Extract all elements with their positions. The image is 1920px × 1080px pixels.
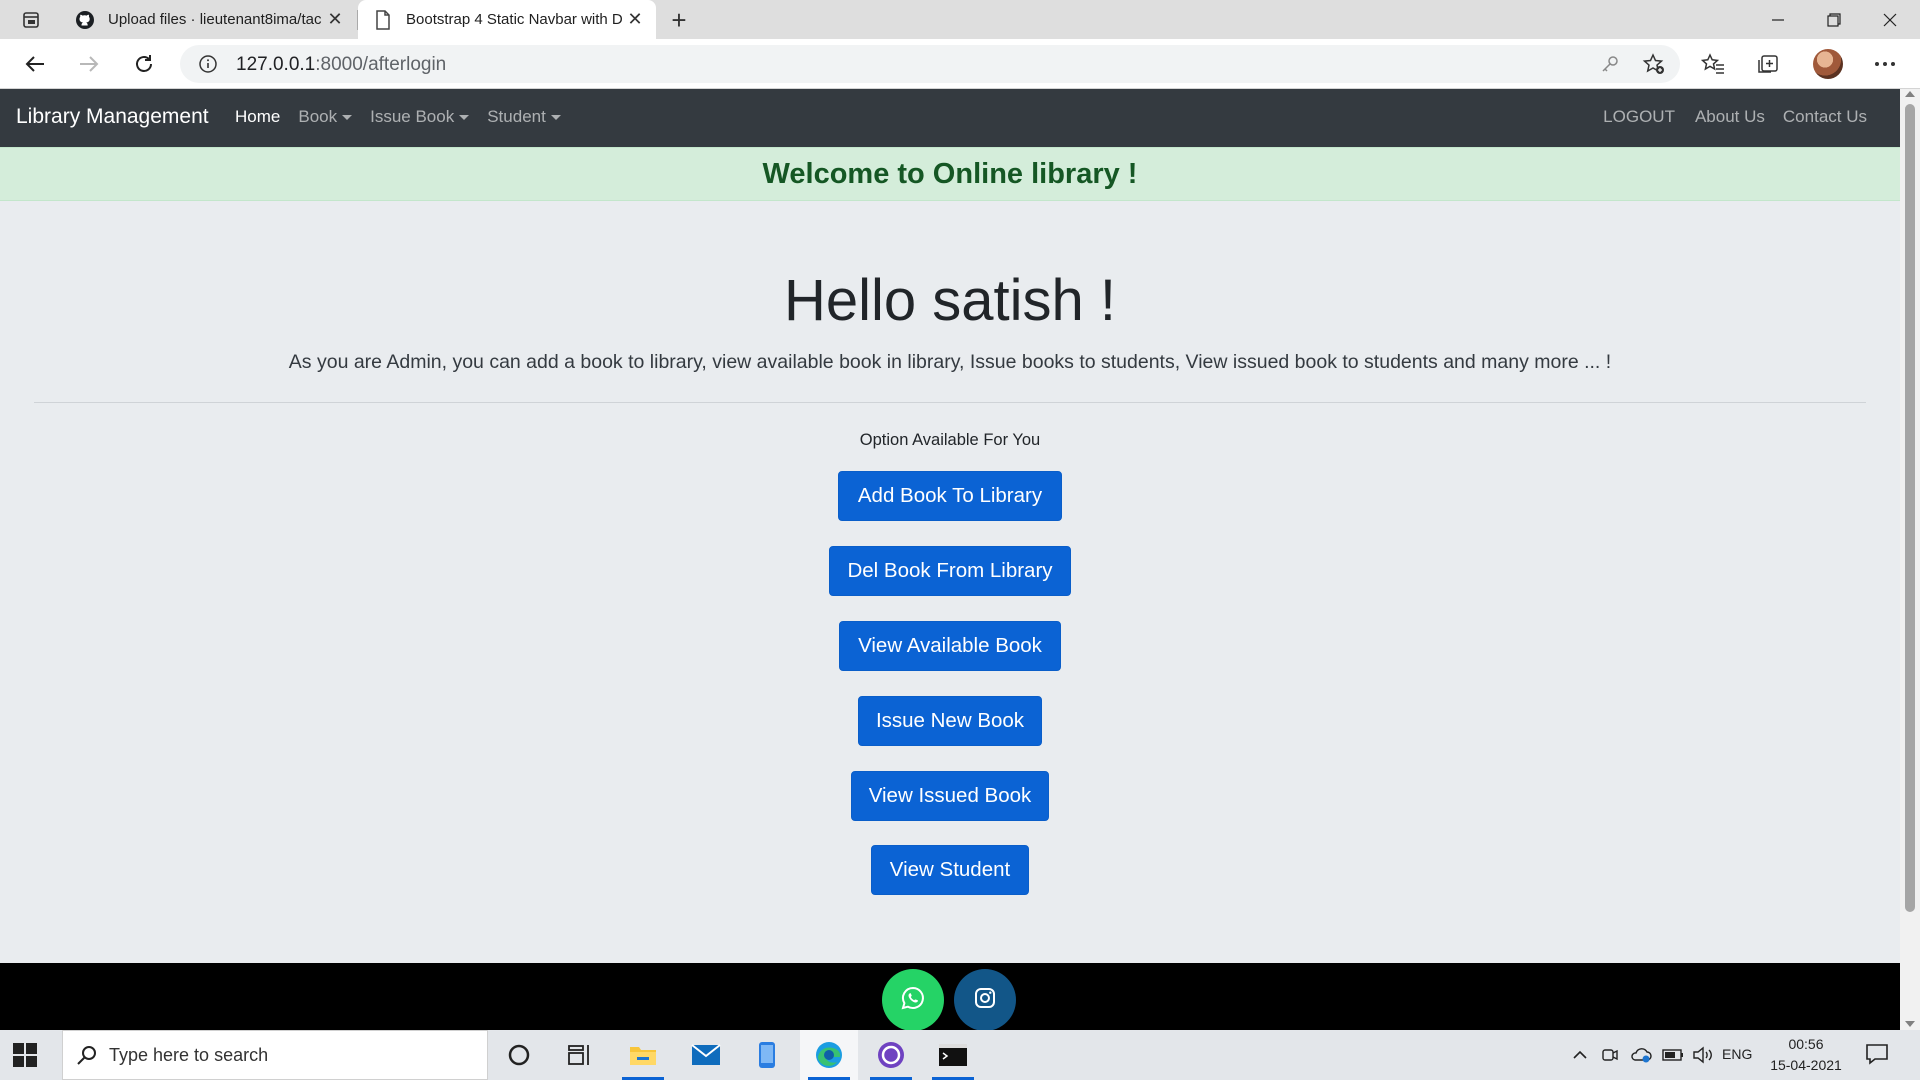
info-icon[interactable] xyxy=(198,54,218,74)
address-bar[interactable]: 127.0.0.1:8000/afterlogin xyxy=(180,45,1680,83)
key-icon[interactable] xyxy=(1600,54,1620,74)
scroll-down-arrow-icon[interactable] xyxy=(1905,1021,1915,1027)
edge-icon[interactable] xyxy=(800,1030,858,1080)
close-window-button[interactable] xyxy=(1862,0,1918,39)
scroll-up-arrow-icon[interactable] xyxy=(1905,91,1915,97)
scrollbar-thumb[interactable] xyxy=(1905,104,1915,912)
search-placeholder: Type here to search xyxy=(109,1045,269,1065)
browser-tab-github[interactable]: Upload files · lieutenant8ima/tac ✕ xyxy=(60,0,358,39)
tab-actions-icon[interactable] xyxy=(14,8,48,32)
nav-home[interactable]: Home xyxy=(226,107,289,127)
instagram-icon xyxy=(973,986,997,1015)
minimize-button[interactable] xyxy=(1750,0,1806,39)
add-favorite-icon[interactable] xyxy=(1642,52,1666,76)
caret-down-icon xyxy=(342,114,353,120)
show-hidden-icons-chevron-icon[interactable] xyxy=(1568,1030,1592,1080)
add-book-button[interactable]: Add Book To Library xyxy=(838,471,1062,521)
footer xyxy=(0,963,1900,1030)
github-desktop-icon[interactable] xyxy=(862,1030,920,1080)
page-viewport: Library Management Home Book Issue Book … xyxy=(0,89,1900,1030)
page-scrollbar[interactable] xyxy=(1900,89,1920,1030)
taskbar: Type here to search ENG 00:56 15-04-2021 xyxy=(0,1030,1920,1080)
terminal-icon[interactable] xyxy=(924,1030,982,1080)
url-host: 127.0.0.1 xyxy=(236,54,316,75)
nav-book-label: Book xyxy=(298,107,338,126)
clock-time: 00:56 xyxy=(1788,1036,1824,1052)
close-tab-icon[interactable]: ✕ xyxy=(622,7,648,33)
options-heading: Option Available For You xyxy=(859,431,1041,449)
tab-title: Upload files · lieutenant8ima/tac xyxy=(108,11,322,28)
nav-issue-book-label: Issue Book xyxy=(370,107,455,126)
task-view-icon[interactable] xyxy=(551,1030,609,1080)
nav-issue-book-dropdown[interactable]: Issue Book xyxy=(361,107,478,127)
del-book-button[interactable]: Del Book From Library xyxy=(829,546,1071,596)
battery-icon[interactable] xyxy=(1660,1030,1686,1080)
page-title: Hello satish ! xyxy=(783,268,1117,333)
taskbar-clock[interactable]: 00:56 15-04-2021 xyxy=(1760,1034,1852,1076)
phone-icon[interactable] xyxy=(738,1030,796,1080)
issue-new-book-button[interactable]: Issue New Book xyxy=(858,696,1042,746)
tab-title: Bootstrap 4 Static Navbar with D xyxy=(406,11,622,28)
nav-about-us[interactable]: About Us xyxy=(1684,107,1774,127)
navbar-left-menu: Home Book Issue Book Student xyxy=(226,107,570,127)
view-available-book-button[interactable]: View Available Book xyxy=(839,621,1061,671)
browser-tab-strip: Upload files · lieutenant8ima/tac ✕ Boot… xyxy=(0,0,1920,39)
nav-home-label: Home xyxy=(235,107,281,126)
url-path: :8000/afterlogin xyxy=(315,54,447,75)
close-tab-icon[interactable]: ✕ xyxy=(322,7,348,33)
search-icon xyxy=(75,1044,99,1068)
back-arrow-icon[interactable] xyxy=(18,48,52,80)
nav-contact-us[interactable]: Contact Us xyxy=(1774,107,1876,127)
whatsapp-button[interactable] xyxy=(882,969,944,1030)
cortana-icon[interactable] xyxy=(490,1030,548,1080)
nav-logout[interactable]: LOGOUT xyxy=(1594,107,1684,127)
refresh-icon[interactable] xyxy=(127,48,161,80)
file-explorer-icon[interactable] xyxy=(614,1030,672,1080)
collections-icon[interactable] xyxy=(1752,48,1786,80)
instagram-button[interactable] xyxy=(954,969,1016,1030)
lead-text: As you are Admin, you can add a book to … xyxy=(288,351,1612,373)
welcome-alert: Welcome to Online library ! xyxy=(0,147,1900,201)
mail-icon[interactable] xyxy=(677,1030,735,1080)
navbar: Library Management Home Book Issue Book … xyxy=(0,89,1900,147)
navbar-right-menu: LOGOUT About Us Contact Us xyxy=(1594,107,1876,127)
view-student-button[interactable]: View Student xyxy=(871,845,1029,895)
whatsapp-icon xyxy=(900,985,926,1016)
more-menu-icon[interactable] xyxy=(1868,48,1902,80)
taskbar-search-box[interactable]: Type here to search xyxy=(62,1030,488,1080)
welcome-alert-text: Welcome to Online library ! xyxy=(762,157,1138,190)
notification-center-icon[interactable] xyxy=(1864,1042,1892,1068)
nav-student-dropdown[interactable]: Student xyxy=(478,107,570,127)
onedrive-sync-icon[interactable] xyxy=(1628,1030,1654,1080)
view-issued-book-button[interactable]: View Issued Book xyxy=(851,771,1049,821)
url-text[interactable]: 127.0.0.1:8000/afterlogin xyxy=(236,54,446,76)
page-icon xyxy=(372,9,394,31)
restore-button[interactable] xyxy=(1806,0,1862,39)
clock-date: 15-04-2021 xyxy=(1770,1057,1842,1073)
volume-icon[interactable] xyxy=(1690,1030,1716,1080)
browser-toolbar: 127.0.0.1:8000/afterlogin xyxy=(0,39,1920,89)
github-icon xyxy=(74,9,96,31)
profile-avatar[interactable] xyxy=(1813,49,1843,79)
nav-book-dropdown[interactable]: Book xyxy=(289,107,361,127)
caret-down-icon xyxy=(459,114,470,120)
divider xyxy=(34,402,1866,403)
nav-student-label: Student xyxy=(487,107,546,126)
navbar-brand[interactable]: Library Management xyxy=(16,105,209,129)
favorites-icon[interactable] xyxy=(1696,48,1730,80)
new-tab-button[interactable]: + xyxy=(664,5,694,35)
caret-down-icon xyxy=(550,114,561,120)
browser-tab-active[interactable]: Bootstrap 4 Static Navbar with D ✕ xyxy=(358,0,656,39)
windows-start-icon[interactable] xyxy=(12,1042,38,1068)
forward-arrow-icon[interactable] xyxy=(72,48,106,80)
meet-now-icon[interactable] xyxy=(1598,1030,1622,1080)
language-indicator[interactable]: ENG xyxy=(1722,1046,1752,1062)
